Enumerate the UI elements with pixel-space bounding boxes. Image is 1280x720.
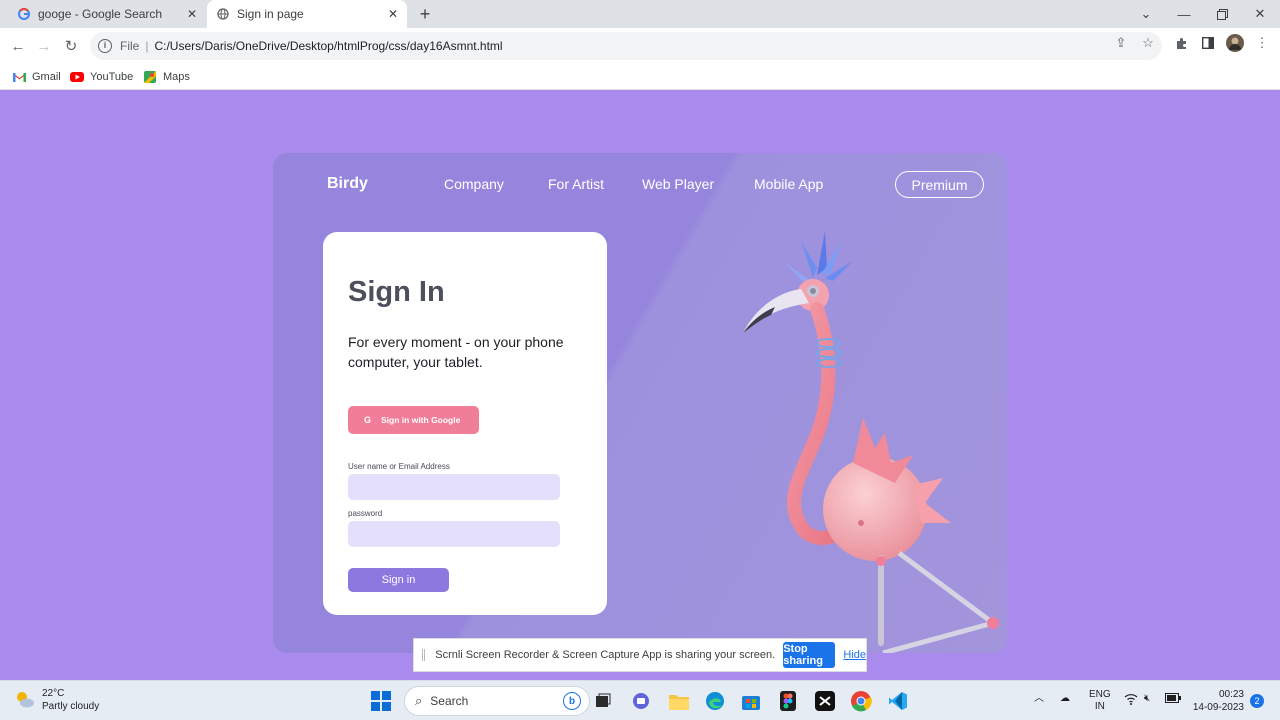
bookmark-maps[interactable]: Maps (143, 68, 190, 86)
battery-icon[interactable] (1165, 693, 1181, 707)
sign-in-title: Sign In (348, 276, 445, 308)
capcut-icon[interactable] (813, 689, 837, 713)
tab-title: Sign in page (237, 7, 304, 21)
password-input[interactable] (348, 521, 560, 547)
language-line1: ENG (1089, 689, 1111, 700)
minimize-icon[interactable]: — (1165, 0, 1203, 28)
taskbar-search[interactable]: ⌕ Search b (404, 686, 590, 716)
bing-icon: b (563, 692, 581, 710)
reload-icon[interactable]: ↻ (61, 36, 81, 56)
extensions-puzzle-icon[interactable] (1172, 34, 1190, 52)
kebab-menu-icon[interactable]: ⋮ (1253, 34, 1271, 52)
drag-handle-icon[interactable] (422, 649, 426, 661)
bookmarks-bar: Gmail YouTube Maps (0, 64, 1280, 90)
address-bar[interactable]: i File | C:/Users/Daris/OneDrive/Desktop… (90, 32, 1162, 60)
edge-browser-icon[interactable] (703, 689, 727, 713)
bookmark-star-icon[interactable]: ☆ (1139, 34, 1157, 52)
tab-google-search[interactable]: googe - Google Search ✕ (8, 0, 206, 28)
back-arrow-icon[interactable]: ← (8, 36, 28, 56)
browser-toolbar: ← → ↻ i File | C:/Users/Daris/OneDrive/D… (0, 28, 1280, 64)
hero-card: Birdy Company For Artist Web Player Mobi… (273, 153, 1007, 653)
search-icon: ⌕ (415, 693, 423, 708)
bookmark-youtube[interactable]: YouTube (70, 68, 133, 86)
partly-cloudy-icon (17, 692, 34, 708)
sign-in-tagline: For every moment - on your phone compute… (348, 334, 564, 370)
google-g-icon (18, 8, 30, 20)
gmail-icon (12, 71, 26, 83)
stop-sharing-button[interactable]: Stop sharing (783, 642, 836, 668)
new-tab-plus-icon[interactable]: + (415, 4, 435, 24)
youtube-icon (70, 71, 84, 83)
windows-taskbar: 22°C Partly cloudy ⌕ Search b ︿ ☁ ENG IN (0, 680, 1280, 720)
forward-arrow-icon[interactable]: → (34, 36, 54, 56)
site-info-icon[interactable]: i (98, 39, 112, 53)
share-message: Scrnli Screen Recorder & Screen Capture … (435, 649, 776, 661)
tab-title: googe - Google Search (38, 7, 163, 21)
volume-muted-icon[interactable]: 🔇︎ (1144, 693, 1150, 705)
password-label: password (348, 509, 383, 518)
flamingo-illustration (743, 231, 999, 653)
task-view-icon[interactable] (591, 689, 615, 713)
weather-condition: Partly cloudy (42, 701, 100, 712)
maps-icon (143, 71, 157, 83)
close-window-icon[interactable]: ✕ (1241, 0, 1279, 28)
vscode-icon[interactable] (886, 689, 910, 713)
share-icon[interactable]: ⇪ (1112, 34, 1130, 52)
figma-icon[interactable] (776, 689, 800, 713)
taskbar-search-label: Search (430, 694, 469, 708)
username-label: User name or Email Address (348, 462, 450, 471)
premium-button[interactable]: Premium (895, 171, 984, 198)
sign-in-with-google-button[interactable]: G Sign in with Google (348, 406, 479, 434)
tab-sign-in-page[interactable]: Sign in page ✕ (207, 0, 407, 28)
screen-share-notification-bar: Scrnli Screen Recorder & Screen Capture … (413, 638, 867, 672)
address-scheme: File (120, 39, 140, 53)
wifi-icon[interactable] (1124, 693, 1138, 709)
language-line2: IN (1094, 701, 1105, 712)
profile-avatar[interactable] (1226, 34, 1244, 52)
show-hidden-icons-chevron-icon[interactable]: ︿ (1034, 693, 1044, 705)
sign-in-button[interactable]: Sign in (348, 568, 449, 592)
language-indicator[interactable]: ENG IN (1089, 689, 1111, 713)
chrome-icon[interactable] (849, 689, 873, 713)
close-tab-icon[interactable]: ✕ (184, 7, 200, 21)
hide-link[interactable]: Hide (843, 649, 866, 661)
restore-icon[interactable] (1203, 0, 1241, 28)
nav-link-mobile-app[interactable]: Mobile App (754, 176, 823, 192)
weather-temp: 22°C (42, 688, 65, 699)
clock-date: 14-09-2023 (1192, 702, 1244, 713)
windows-start-icon[interactable] (369, 689, 393, 713)
clock-time: 00:23 (1218, 689, 1244, 700)
side-panel-icon[interactable] (1199, 34, 1217, 52)
google-button-label: Sign in with Google (381, 415, 461, 425)
google-g-icon: G (364, 415, 372, 425)
brand-logo[interactable]: Birdy (327, 175, 368, 193)
address-url: C:/Users/Daris/OneDrive/Desktop/htmlProg… (154, 39, 503, 53)
weather-widget[interactable]: 22°C Partly cloudy (14, 687, 99, 713)
nav-link-for-artist[interactable]: For Artist (548, 176, 604, 192)
address-separator: | (145, 39, 149, 53)
nav-link-web-player[interactable]: Web Player (642, 176, 714, 192)
page-viewport: Birdy Company For Artist Web Player Mobi… (0, 90, 1280, 680)
username-input[interactable] (348, 474, 560, 500)
sign-in-panel: Sign In For every moment - on your phone… (323, 232, 607, 615)
bookmark-gmail[interactable]: Gmail (12, 68, 61, 86)
microsoft-store-icon[interactable] (739, 689, 763, 713)
nav-link-company[interactable]: Company (444, 176, 504, 192)
tab-strip: googe - Google Search ✕ Sign in page ✕ +… (0, 0, 1280, 28)
close-tab-icon[interactable]: ✕ (385, 7, 401, 21)
file-explorer-icon[interactable] (667, 689, 691, 713)
onedrive-cloud-icon[interactable]: ☁ (1060, 693, 1070, 705)
bookmark-label: YouTube (90, 71, 134, 83)
notification-badge[interactable]: 2 (1250, 694, 1264, 708)
bookmark-label: Maps (163, 71, 190, 83)
system-clock[interactable]: 00:23 14-09-2023 (1192, 688, 1244, 714)
globe-icon (217, 8, 229, 20)
teams-chat-icon[interactable] (629, 689, 653, 713)
tab-search-chevron-icon[interactable]: ⌄ (1127, 0, 1165, 28)
bookmark-label: Gmail (32, 71, 61, 83)
